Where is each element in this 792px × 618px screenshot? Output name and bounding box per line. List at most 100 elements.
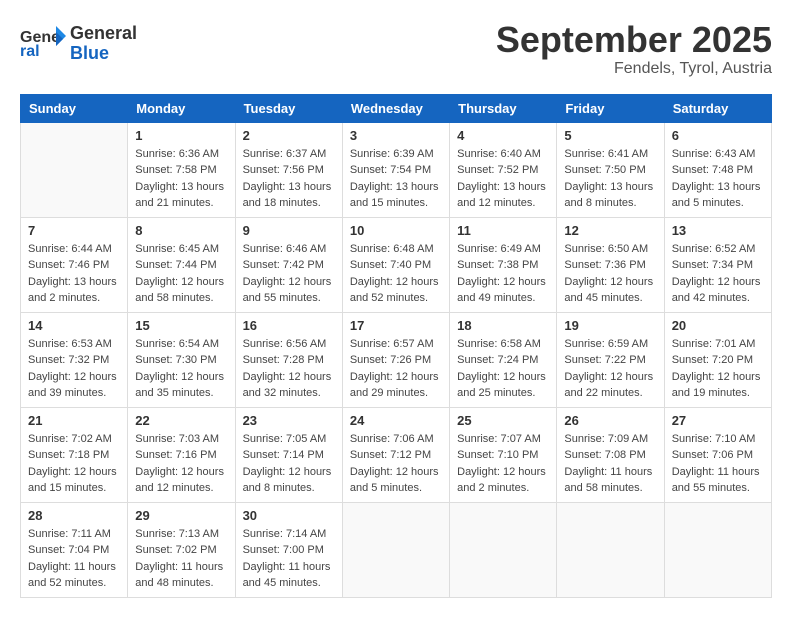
calendar-cell: 16Sunrise: 6:56 AMSunset: 7:28 PMDayligh… bbox=[235, 312, 342, 407]
day-info-line: Daylight: 13 hours bbox=[564, 179, 656, 196]
calendar-cell: 14Sunrise: 6:53 AMSunset: 7:32 PMDayligh… bbox=[21, 312, 128, 407]
calendar-cell: 15Sunrise: 6:54 AMSunset: 7:30 PMDayligh… bbox=[128, 312, 235, 407]
calendar-cell: 7Sunrise: 6:44 AMSunset: 7:46 PMDaylight… bbox=[21, 217, 128, 312]
day-number: 24 bbox=[350, 413, 442, 428]
day-info-line: Sunset: 7:12 PM bbox=[350, 447, 442, 464]
day-info-line: Sunset: 7:48 PM bbox=[672, 162, 764, 179]
day-info-line: Daylight: 12 hours bbox=[135, 369, 227, 386]
calendar-cell: 28Sunrise: 7:11 AMSunset: 7:04 PMDayligh… bbox=[21, 502, 128, 597]
day-info-line: and 55 minutes. bbox=[243, 290, 335, 307]
day-info-line: Sunrise: 6:49 AM bbox=[457, 241, 549, 258]
day-info-line: Sunset: 7:46 PM bbox=[28, 257, 120, 274]
day-info-line: and 15 minutes. bbox=[350, 195, 442, 212]
day-info: Sunrise: 7:14 AMSunset: 7:00 PMDaylight:… bbox=[243, 526, 335, 592]
day-info: Sunrise: 7:13 AMSunset: 7:02 PMDaylight:… bbox=[135, 526, 227, 592]
day-info-line: and 39 minutes. bbox=[28, 385, 120, 402]
day-info-line: Sunrise: 6:40 AM bbox=[457, 146, 549, 163]
day-info-line: Daylight: 11 hours bbox=[135, 559, 227, 576]
logo-general: General bbox=[70, 24, 137, 44]
day-info-line: Sunset: 7:16 PM bbox=[135, 447, 227, 464]
day-info-line: Sunrise: 6:58 AM bbox=[457, 336, 549, 353]
day-info-line: Sunrise: 7:06 AM bbox=[350, 431, 442, 448]
calendar-cell: 22Sunrise: 7:03 AMSunset: 7:16 PMDayligh… bbox=[128, 407, 235, 502]
day-info-line: Daylight: 13 hours bbox=[350, 179, 442, 196]
day-info: Sunrise: 7:03 AMSunset: 7:16 PMDaylight:… bbox=[135, 431, 227, 497]
calendar-week-row: 14Sunrise: 6:53 AMSunset: 7:32 PMDayligh… bbox=[21, 312, 772, 407]
day-info: Sunrise: 6:39 AMSunset: 7:54 PMDaylight:… bbox=[350, 146, 442, 212]
day-info-line: Sunset: 7:24 PM bbox=[457, 352, 549, 369]
day-number: 6 bbox=[672, 128, 764, 143]
day-number: 4 bbox=[457, 128, 549, 143]
calendar-week-row: 1Sunrise: 6:36 AMSunset: 7:58 PMDaylight… bbox=[21, 122, 772, 217]
calendar-cell: 4 Sunrise: 6:40 AMSunset: 7:52 PMDaylight… bbox=[450, 122, 557, 217]
day-info: Sunrise: 6:49 AMSunset: 7:38 PMDaylight:… bbox=[457, 241, 549, 307]
day-info-line: and 5 minutes. bbox=[672, 195, 764, 212]
day-info-line: Sunset: 7:52 PM bbox=[457, 162, 549, 179]
day-info-line: Sunset: 7:36 PM bbox=[564, 257, 656, 274]
day-info-line: Sunset: 7:02 PM bbox=[135, 542, 227, 559]
calendar-cell: 13Sunrise: 6:52 AMSunset: 7:34 PMDayligh… bbox=[664, 217, 771, 312]
calendar-cell bbox=[664, 502, 771, 597]
day-info-line: Sunrise: 6:46 AM bbox=[243, 241, 335, 258]
day-info: Sunrise: 6:56 AMSunset: 7:28 PMDaylight:… bbox=[243, 336, 335, 402]
day-info-line: Daylight: 11 hours bbox=[672, 464, 764, 481]
calendar-cell: 24Sunrise: 7:06 AMSunset: 7:12 PMDayligh… bbox=[342, 407, 449, 502]
day-info-line: Daylight: 12 hours bbox=[28, 464, 120, 481]
day-info-line: and 19 minutes. bbox=[672, 385, 764, 402]
day-info-line: and 22 minutes. bbox=[564, 385, 656, 402]
day-info: Sunrise: 6:40 AMSunset: 7:52 PMDaylight:… bbox=[457, 146, 549, 212]
calendar-cell: 2Sunrise: 6:37 AMSunset: 7:56 PMDaylight… bbox=[235, 122, 342, 217]
day-info: Sunrise: 6:50 AMSunset: 7:36 PMDaylight:… bbox=[564, 241, 656, 307]
day-info-line: Sunset: 7:42 PM bbox=[243, 257, 335, 274]
day-info: Sunrise: 7:05 AMSunset: 7:14 PMDaylight:… bbox=[243, 431, 335, 497]
day-info-line: and 45 minutes. bbox=[243, 575, 335, 592]
day-info-line: Sunrise: 7:09 AM bbox=[564, 431, 656, 448]
calendar-cell: 5Sunrise: 6:41 AMSunset: 7:50 PMDaylight… bbox=[557, 122, 664, 217]
day-number: 14 bbox=[28, 318, 120, 333]
day-info-line: Daylight: 12 hours bbox=[243, 274, 335, 291]
day-info-line: and 25 minutes. bbox=[457, 385, 549, 402]
day-info-line: and 18 minutes. bbox=[243, 195, 335, 212]
day-info-line: and 32 minutes. bbox=[243, 385, 335, 402]
day-info-line: Sunrise: 7:13 AM bbox=[135, 526, 227, 543]
day-number: 10 bbox=[350, 223, 442, 238]
day-number: 2 bbox=[243, 128, 335, 143]
day-info-line: Sunrise: 7:07 AM bbox=[457, 431, 549, 448]
day-info-line: Sunrise: 6:50 AM bbox=[564, 241, 656, 258]
day-info-line: Sunrise: 7:10 AM bbox=[672, 431, 764, 448]
day-info-line: and 2 minutes. bbox=[28, 290, 120, 307]
day-info-line: Daylight: 12 hours bbox=[243, 369, 335, 386]
calendar-cell: 9Sunrise: 6:46 AMSunset: 7:42 PMDaylight… bbox=[235, 217, 342, 312]
day-info: Sunrise: 6:57 AMSunset: 7:26 PMDaylight:… bbox=[350, 336, 442, 402]
day-number: 21 bbox=[28, 413, 120, 428]
day-info-line: and 58 minutes. bbox=[135, 290, 227, 307]
day-info: Sunrise: 7:01 AMSunset: 7:20 PMDaylight:… bbox=[672, 336, 764, 402]
day-number: 20 bbox=[672, 318, 764, 333]
calendar-cell: 23Sunrise: 7:05 AMSunset: 7:14 PMDayligh… bbox=[235, 407, 342, 502]
day-info-line: and 5 minutes. bbox=[350, 480, 442, 497]
title-section: September 2025 Fendels, Tyrol, Austria bbox=[496, 20, 772, 78]
day-number: 13 bbox=[672, 223, 764, 238]
day-info-line: Daylight: 12 hours bbox=[350, 274, 442, 291]
day-info-line: Daylight: 12 hours bbox=[564, 274, 656, 291]
day-info-line: Sunrise: 6:52 AM bbox=[672, 241, 764, 258]
location: Fendels, Tyrol, Austria bbox=[496, 60, 772, 78]
day-number: 28 bbox=[28, 508, 120, 523]
calendar-cell: 26Sunrise: 7:09 AMSunset: 7:08 PMDayligh… bbox=[557, 407, 664, 502]
day-info-line: Sunset: 7:54 PM bbox=[350, 162, 442, 179]
day-info-line: Sunset: 7:20 PM bbox=[672, 352, 764, 369]
column-header-sunday: Sunday bbox=[21, 94, 128, 122]
day-info-line: Sunrise: 6:43 AM bbox=[672, 146, 764, 163]
page-header: Gene ral General Blue September 2025 Fen… bbox=[20, 20, 772, 78]
day-info-line: Daylight: 12 hours bbox=[350, 369, 442, 386]
day-info-line: Daylight: 12 hours bbox=[457, 369, 549, 386]
day-info-line: Sunrise: 6:41 AM bbox=[564, 146, 656, 163]
calendar-cell bbox=[557, 502, 664, 597]
day-info-line: Daylight: 11 hours bbox=[28, 559, 120, 576]
day-info-line: and 49 minutes. bbox=[457, 290, 549, 307]
logo: Gene ral General Blue bbox=[20, 20, 137, 64]
day-info-line: Sunset: 7:40 PM bbox=[350, 257, 442, 274]
day-info-line: and 48 minutes. bbox=[135, 575, 227, 592]
calendar-cell: 21Sunrise: 7:02 AMSunset: 7:18 PMDayligh… bbox=[21, 407, 128, 502]
day-info-line: Sunset: 7:58 PM bbox=[135, 162, 227, 179]
